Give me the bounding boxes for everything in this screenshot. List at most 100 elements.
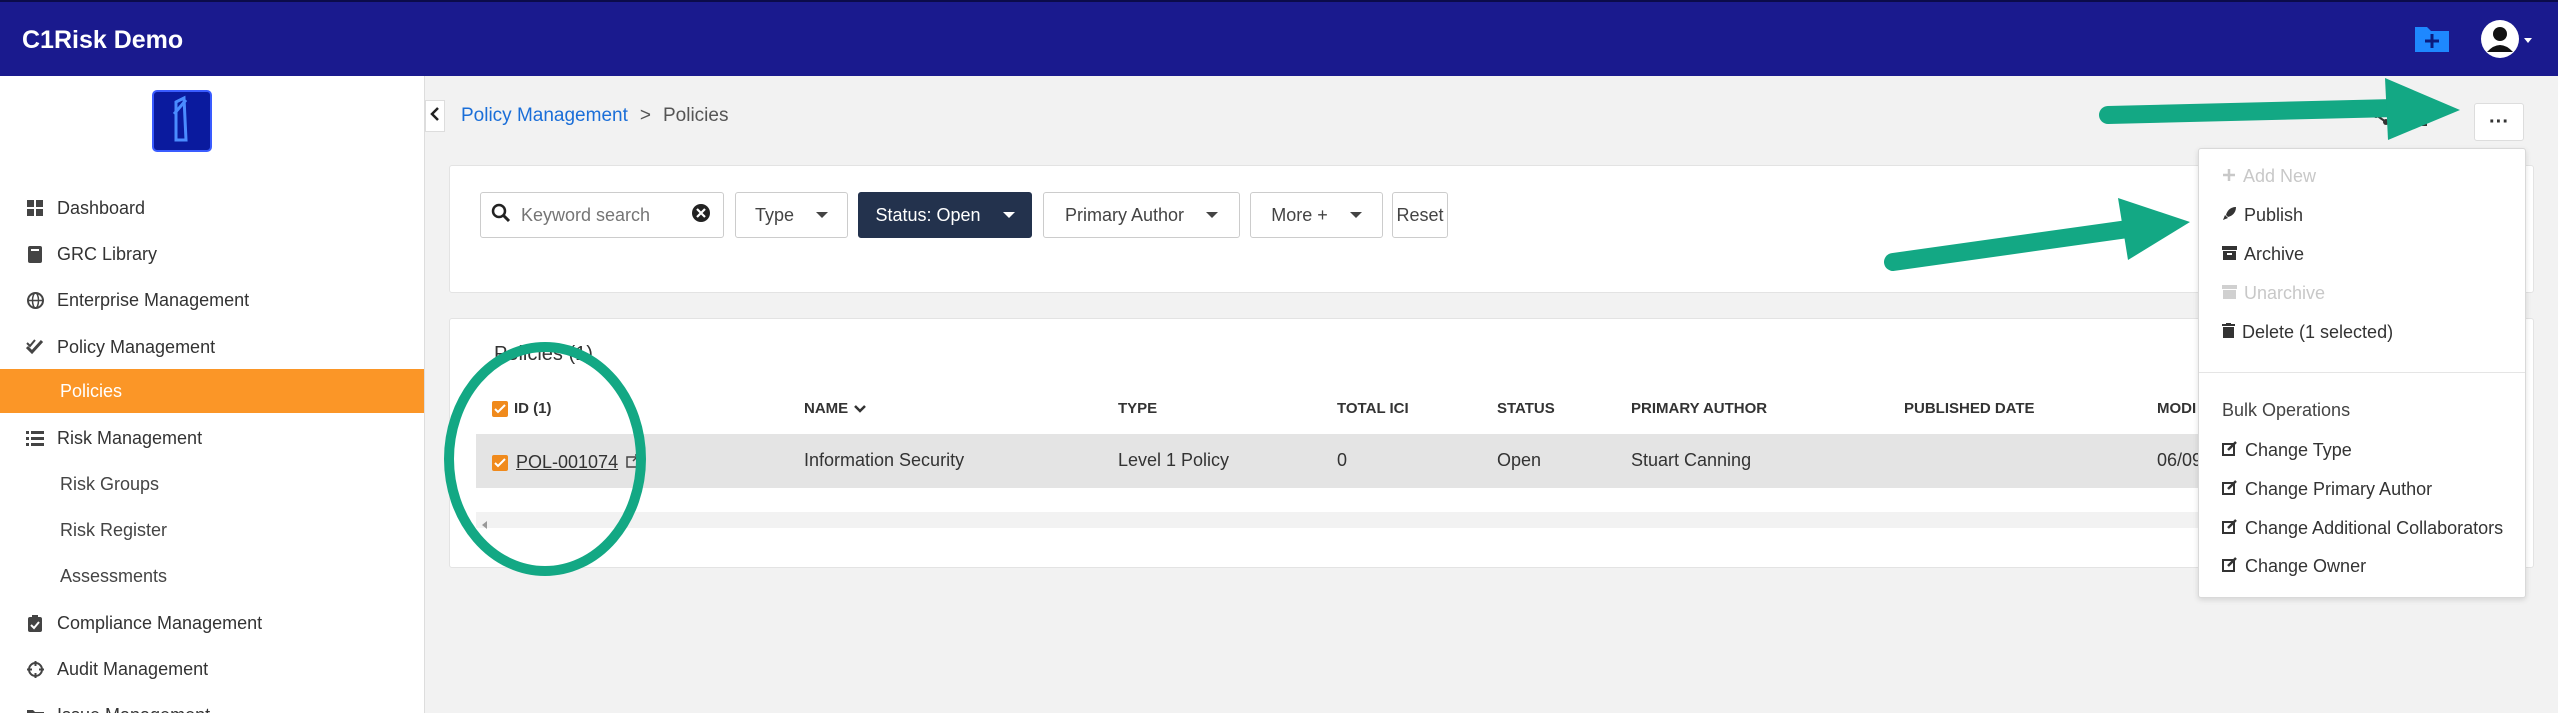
menu-item-label: Delete (1 selected) [2242,322,2394,342]
policy-id-link[interactable]: POL-001074 [516,452,618,473]
column-header-label: PUBLISHED DATE [1904,400,2035,417]
menu-item-label: Change Additional Collaborators [2245,518,2504,538]
clipboard-check-icon [26,614,44,632]
breadcrumb-current: Policies [662,105,729,126]
sidebar-item-label: Policies [60,380,123,401]
status-filter-dropdown[interactable]: Status: Open [858,192,1032,238]
brand-logo[interactable] [152,90,212,152]
sidebar-item-compliance-management[interactable]: Compliance Management [0,601,424,645]
edit-icon [2222,440,2238,461]
menu-item-archive[interactable]: Archive [2222,244,2304,265]
column-header-modified[interactable]: MODI [2157,400,2196,417]
external-link-icon[interactable] [626,452,640,473]
row-id-cell: POL-001074 [492,452,640,473]
top-bar: C1Risk Demo [0,0,2558,76]
search-input[interactable] [521,204,681,226]
row-status-cell: Open [1497,450,1542,470]
crosshair-icon [26,660,44,678]
more-actions-button[interactable]: ··· [2474,103,2524,141]
menu-item-label: Publish [2244,205,2304,225]
sidebar-item-risk-register[interactable]: Risk Register [0,508,424,552]
columns-icon[interactable] [2408,104,2432,131]
sidebar-collapse-button[interactable] [425,100,445,132]
dashboard-icon [26,199,44,217]
keyword-search[interactable] [480,192,724,238]
reset-button[interactable]: Reset [1392,192,1448,238]
search-icon [491,203,511,228]
column-header-label: STATUS [1497,400,1555,417]
sidebar-item-label: Compliance Management [57,612,263,633]
caret-down-icon [816,212,829,218]
breadcrumb-link-policy-management[interactable]: Policy Management [461,105,628,127]
row-primary-author-cell: Stuart Canning [1631,450,1752,470]
sidebar-item-audit-management[interactable]: Audit Management [0,647,424,691]
sidebar-item-assessments[interactable]: Assessments [0,554,424,598]
add-folder-icon[interactable] [2413,22,2451,54]
annotation-arrow-top [2099,99,2404,124]
sidebar-item-policies[interactable]: Policies [0,369,424,413]
sidebar-item-label: Risk Register [60,519,168,540]
column-header-published-date[interactable]: PUBLISHED DATE [1904,400,2035,417]
app-title[interactable]: C1Risk Demo [22,26,183,55]
menu-item-label: Archive [2244,244,2305,264]
unarchive-icon [2222,283,2237,304]
menu-item-label: Change Owner [2245,556,2367,576]
primary-author-filter-dropdown[interactable]: Primary Author [1043,192,1240,238]
column-header-name[interactable]: NAME [804,400,867,417]
edit-icon [2222,518,2238,539]
rocket-icon [2222,205,2237,226]
menu-item-change-additional-collaborators[interactable]: Change Additional Collaborators [2222,518,2503,539]
archive-icon [2222,244,2237,265]
sidebar-item-label: Issue Management [57,705,210,713]
edit-icon [2222,479,2238,500]
column-header-label: TOTAL ICI [1337,400,1409,417]
menu-divider [2199,372,2525,373]
menu-item-change-type[interactable]: Change Type [2222,440,2352,461]
row-name-cell: Information Security [804,450,965,470]
sidebar-item-dashboard[interactable]: Dashboard [0,186,424,230]
status-filter-label: Status: Open [875,204,981,225]
row-type-cell: Level 1 Policy [1118,450,1230,470]
scroll-left-icon[interactable] [482,516,488,534]
primary-author-filter-label: Primary Author [1064,204,1185,225]
menu-item-label: Unarchive [2244,283,2326,303]
caret-down-icon [1002,212,1015,218]
column-header-status[interactable]: STATUS [1497,400,1555,417]
plus-icon [2222,166,2236,187]
sidebar-item-risk-management[interactable]: Risk Management [0,416,424,460]
sidebar-item-label: GRC Library [57,243,158,264]
sidebar-item-label: Audit Management [57,658,209,679]
menu-item-unarchive[interactable]: Unarchive [2222,283,2325,304]
column-header-primary-author[interactable]: PRIMARY AUTHOR [1631,400,1767,417]
column-header-id[interactable]: ID (1) [492,400,552,417]
sidebar-item-label: Dashboard [57,197,146,218]
clear-search-icon[interactable] [691,203,711,228]
menu-item-change-owner[interactable]: Change Owner [2222,556,2366,577]
table-title: Policies (1) [494,343,593,365]
sidebar-item-issue-management[interactable]: Issue Management [0,693,424,713]
sort-desc-icon [854,400,867,417]
breadcrumb: Policy Management > Policies [461,105,728,127]
sidebar-item-policy-management[interactable]: Policy Management [0,325,424,369]
menu-item-change-primary-author[interactable]: Change Primary Author [2222,479,2432,500]
column-header-total-ici[interactable]: TOTAL ICI [1337,400,1409,417]
menu-item-publish[interactable]: Publish [2222,205,2303,226]
user-menu-button[interactable] [2480,18,2538,60]
row-total-ici-cell: 0 [1337,450,1348,470]
more-filters-dropdown[interactable]: More + [1250,192,1383,238]
column-header-label: NAME [804,400,849,417]
select-all-checkbox[interactable] [492,400,508,417]
sidebar-item-risk-groups[interactable]: Risk Groups [0,462,424,506]
menu-item-label: Add New [2243,166,2317,186]
row-checkbox[interactable] [492,454,508,471]
more-filters-label: More + [1271,204,1328,225]
menu-item-delete[interactable]: Delete (1 selected) [2222,322,2393,343]
sidebar-item-grc-library[interactable]: GRC Library [0,232,424,276]
menu-item-add-new[interactable]: Add New [2222,166,2316,187]
type-filter-dropdown[interactable]: Type [735,192,848,238]
caret-down-icon [1349,212,1362,218]
column-header-type[interactable]: TYPE [1118,400,1157,417]
share-icon[interactable] [2372,104,2390,131]
column-header-label: ID (1) [514,400,552,417]
sidebar-item-enterprise-management[interactable]: Enterprise Management [0,278,424,322]
